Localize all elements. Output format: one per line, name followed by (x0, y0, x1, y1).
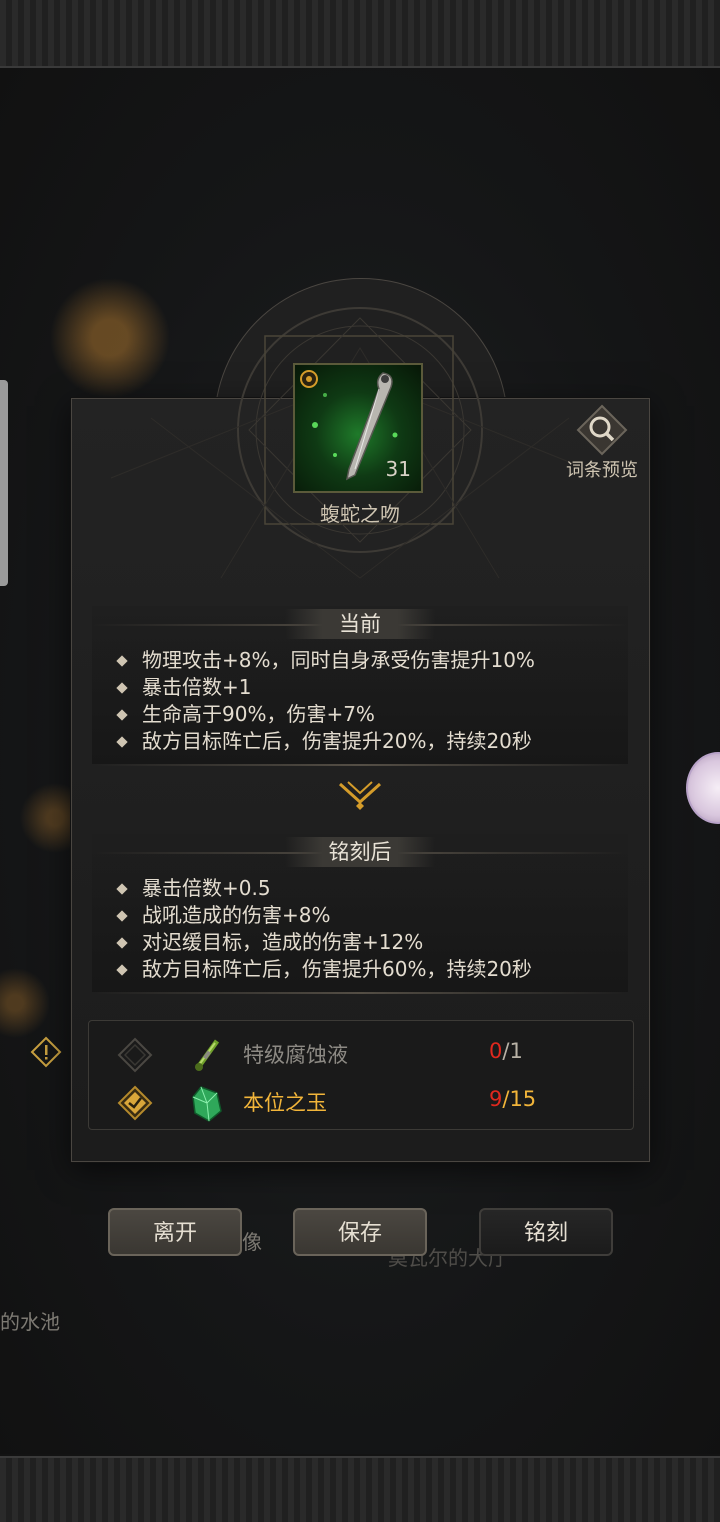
materials-panel: 特级腐蚀液 0/1 本位之玉 9/15 (88, 1020, 634, 1130)
divider (92, 992, 628, 994)
material-row[interactable]: 特级腐蚀液 0/1 (89, 1031, 633, 1079)
save-button[interactable]: 保存 (293, 1208, 427, 1256)
stat-line: 生命高于90%，伤害+7% (116, 701, 535, 728)
warning-icon (30, 1036, 62, 1068)
material-required: /15 (502, 1087, 537, 1111)
item-slot[interactable]: 31 (293, 363, 423, 493)
after-stat-list: 暴击倍数+0.5 战吼造成的伤害+8% 对迟缓目标，造成的伤害+12% 敌方目标… (116, 875, 532, 983)
material-count: 0/1 (489, 1039, 523, 1063)
stat-line: 敌方目标阵亡后，伤害提升20%，持续20秒 (116, 728, 535, 755)
map-label-statue: 像 (242, 1230, 262, 1254)
item-name: 蝮蛇之吻 (320, 502, 400, 526)
item-level: 31 (385, 457, 411, 481)
divider (92, 764, 628, 766)
after-title: 铭刻后 (285, 837, 435, 867)
leave-button[interactable]: 离开 (108, 1208, 242, 1256)
bottom-frame-border (0, 1456, 720, 1522)
material-row[interactable]: 本位之玉 9/15 (89, 1079, 633, 1127)
magnifier-icon (576, 404, 628, 456)
stat-line: 战吼造成的伤害+8% (116, 902, 532, 929)
affix-preview-button[interactable]: 词条预览 (562, 404, 642, 482)
affix-preview-label: 词条预览 (566, 460, 638, 481)
checked-icon[interactable] (117, 1085, 153, 1121)
current-title: 当前 (285, 609, 435, 639)
material-owned: 0 (489, 1039, 503, 1063)
material-owned: 9 (489, 1087, 503, 1111)
side-drawer-handle[interactable] (0, 380, 8, 586)
current-stat-list: 物理攻击+8%，同时自身承受伤害提升10% 暴击倍数+1 生命高于90%，伤害+… (116, 647, 535, 755)
unchecked-icon[interactable] (117, 1037, 153, 1073)
map-label-pool: 的水池 (0, 1310, 60, 1334)
material-name: 本位之玉 (243, 1091, 327, 1115)
material-name: 特级腐蚀液 (243, 1043, 348, 1067)
stat-line: 暴击倍数+1 (116, 674, 535, 701)
corrosive-vial-icon (194, 1039, 220, 1071)
stat-line: 暴击倍数+0.5 (116, 875, 532, 902)
jade-gem-icon (192, 1086, 222, 1122)
stat-line: 物理攻击+8%，同时自身承受伤害提升10% (116, 647, 535, 674)
material-required: /1 (502, 1039, 523, 1063)
top-frame-border (0, 0, 720, 68)
engrave-button[interactable]: 铭刻 (479, 1208, 613, 1256)
stat-line: 对迟缓目标，造成的伤害+12% (116, 929, 532, 956)
stat-line: 敌方目标阵亡后，伤害提升60%，持续20秒 (116, 956, 532, 983)
chevron-down-icon (338, 781, 382, 810)
material-count: 9/15 (489, 1087, 536, 1111)
rarity-icon (300, 370, 318, 388)
